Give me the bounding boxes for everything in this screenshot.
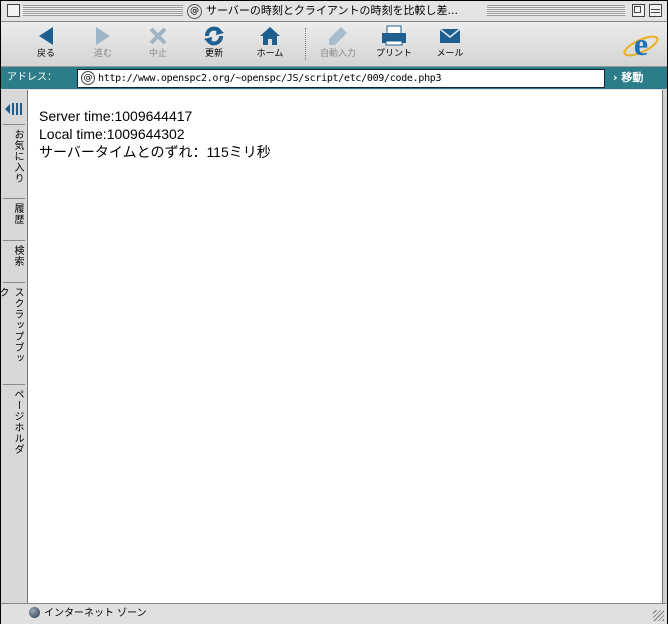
collapse-box[interactable] (649, 4, 662, 17)
globe-icon (29, 607, 40, 618)
home-icon (260, 27, 280, 45)
window-title: @ サーバーの時刻とクライアントの時刻を比較し差... (187, 3, 485, 19)
time-difference-line: サーバータイムとのずれ：115ミリ秒 (39, 144, 271, 160)
back-button-label: 戻る (36, 49, 55, 59)
page-text: Server time:1009644417 Local time:100964… (39, 107, 271, 161)
autofill-button[interactable]: 自動入力 (311, 24, 365, 64)
right-edge (663, 90, 667, 603)
page-icon: @ (187, 3, 202, 19)
forward-arrow-icon (96, 27, 110, 45)
mail-button-label: メール (436, 49, 464, 59)
home-button[interactable]: ホーム (243, 24, 297, 64)
ie-logo-icon[interactable]: e (621, 24, 661, 64)
address-label: アドレス： (7, 72, 57, 83)
autofill-button-label: 自動入力 (319, 49, 356, 59)
refresh-button[interactable]: 更新 (187, 24, 241, 64)
close-box[interactable] (7, 4, 20, 17)
refresh-icon (204, 26, 224, 46)
tab-scrapbook[interactable]: スクラップブック (0, 282, 25, 373)
back-arrow-icon (39, 27, 53, 45)
mail-button[interactable]: メール (423, 24, 477, 64)
toolbar: 戻る 進む 中止 更新 ホーム 自動入力 プリント メール e (1, 22, 667, 67)
back-button[interactable]: 戻る (19, 24, 73, 64)
explorer-toggle-icon[interactable] (5, 102, 23, 116)
browser-window: @ サーバーの時刻とクライアントの時刻を比較し差... 戻る 進む 中止 更新 ホ… (0, 0, 668, 624)
window-title-text: サーバーの時刻とクライアントの時刻を比較し差... (206, 4, 458, 17)
printer-icon (382, 25, 406, 46)
url-icon: @ (81, 71, 95, 85)
tab-page-holder[interactable]: ページホルダ (3, 384, 25, 469)
explorer-bar: お気に入り 履歴 検索 スクラップブック ページホルダ (0, 90, 28, 603)
address-url: http://www.openspc2.org/~openspc/JS/scri… (98, 73, 442, 84)
svg-text:e: e (634, 26, 648, 62)
autofill-pen-icon (329, 27, 347, 45)
status-bar: インターネット ゾーン (1, 603, 667, 624)
tab-favorites[interactable]: お気に入り (3, 124, 25, 189)
stop-button[interactable]: 中止 (131, 24, 185, 64)
forward-button[interactable]: 進む (76, 24, 130, 64)
server-time-line: Server time:1009644417 (39, 108, 193, 124)
resize-handle[interactable] (653, 610, 664, 621)
mail-envelope-icon (439, 28, 461, 43)
stop-x-icon (149, 27, 167, 45)
toolbar-separator (305, 28, 306, 60)
title-stripes-left (23, 5, 183, 16)
page-content: Server time:1009644417 Local time:100964… (28, 90, 663, 603)
print-button[interactable]: プリント (367, 24, 421, 64)
tab-search[interactable]: 検索 (3, 240, 25, 273)
address-bar: アドレス： @ http://www.openspc2.org/~openspc… (1, 67, 667, 89)
forward-button-label: 進む (93, 49, 112, 59)
local-time-line: Local time:1009644302 (39, 126, 185, 142)
zoom-box[interactable] (632, 4, 645, 17)
title-bar[interactable]: @ サーバーの時刻とクライアントの時刻を比較し差... (1, 1, 667, 22)
home-button-label: ホーム (256, 49, 284, 59)
stop-button-label: 中止 (148, 49, 167, 59)
address-input[interactable]: @ http://www.openspc2.org/~openspc/JS/sc… (77, 69, 605, 88)
go-button[interactable]: › 移動 (613, 67, 665, 89)
tab-history[interactable]: 履歴 (3, 198, 25, 231)
refresh-button-label: 更新 (204, 49, 223, 59)
print-button-label: プリント (375, 49, 412, 59)
security-zone: インターネット ゾーン (44, 608, 147, 619)
title-stripes-right (487, 5, 625, 16)
